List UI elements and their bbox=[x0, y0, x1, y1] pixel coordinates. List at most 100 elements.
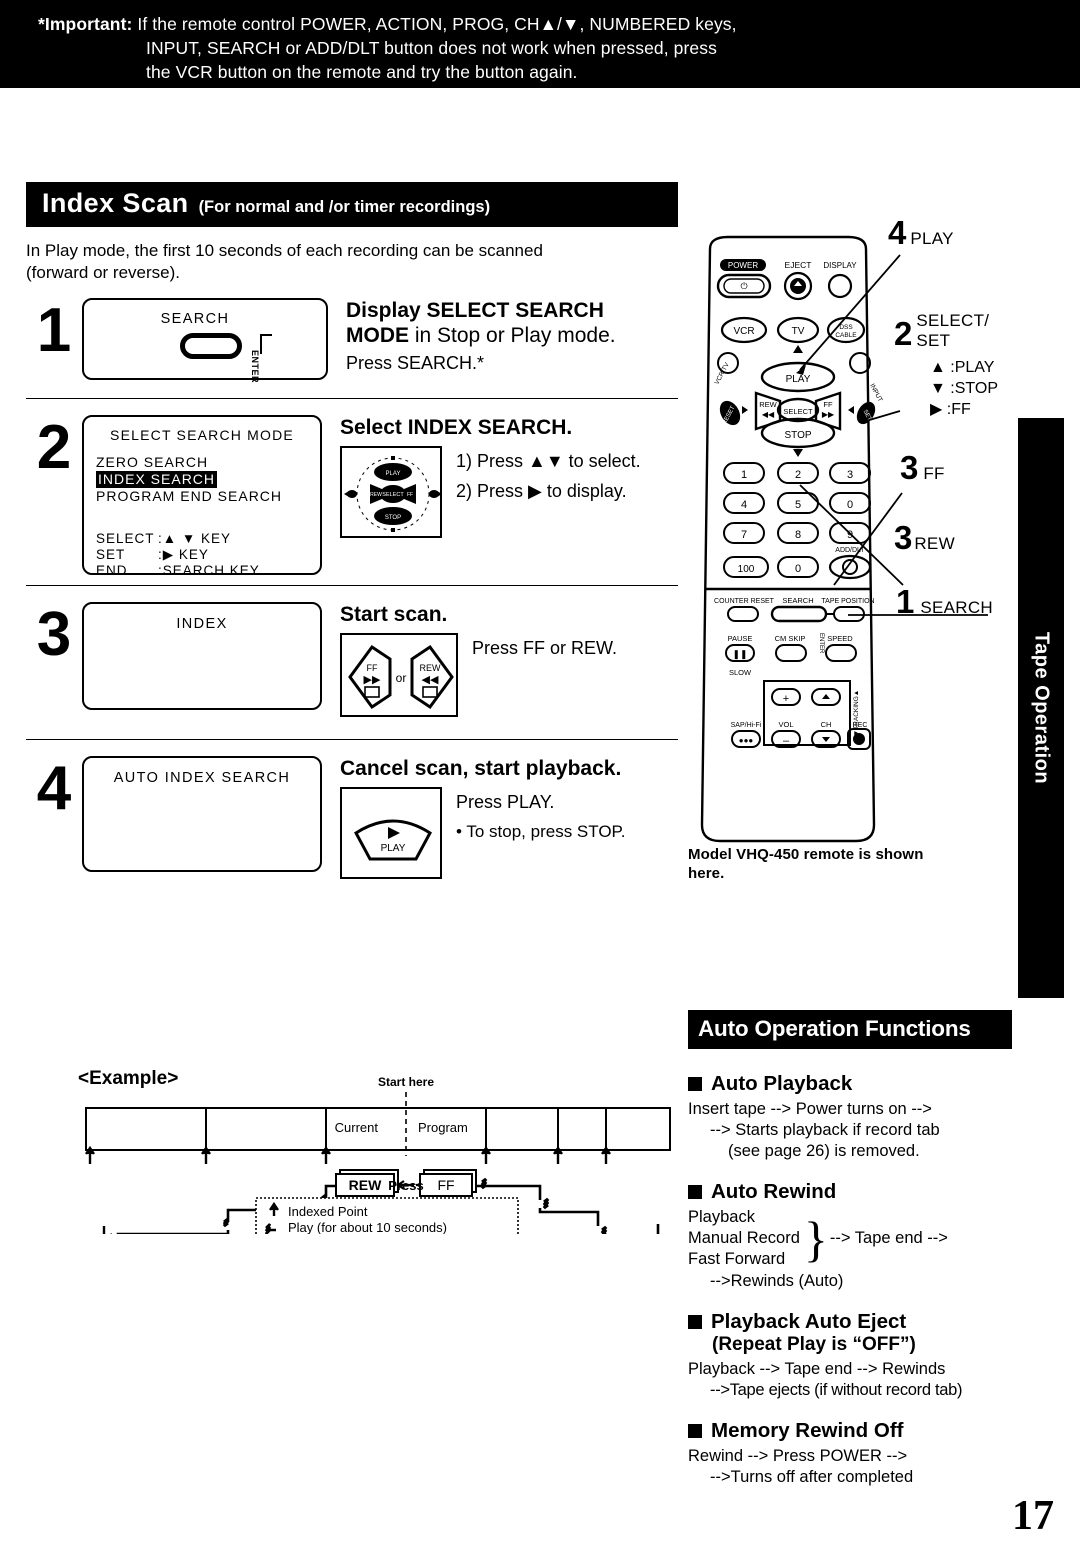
section-intro: In Play mode, the first 10 seconds of ea… bbox=[26, 240, 678, 284]
step-3-number: 3 bbox=[36, 600, 72, 669]
step-4-number: 4 bbox=[36, 754, 72, 823]
important-label: *Important: bbox=[38, 14, 133, 34]
osd-menu-item: ZERO SEARCH bbox=[96, 454, 209, 470]
memory-rewind-off-heading: Memory Rewind Off bbox=[688, 1419, 1028, 1443]
example-diagram: <Example> Start here Current Program REW… bbox=[78, 1068, 678, 1248]
playback-auto-eject-heading: Playback Auto Eject bbox=[688, 1310, 1028, 1334]
callout-3-rew-number: 3 bbox=[894, 519, 913, 556]
model-note-line-1: Model VHQ-450 remote is shown bbox=[688, 846, 924, 863]
callout-3-rew-label: REW bbox=[914, 534, 955, 553]
legend-text-2: Play (for about 10 seconds) bbox=[288, 1220, 447, 1234]
index-scan-section: Index Scan (For normal and /or timer rec… bbox=[26, 182, 678, 879]
step-2-osd-screen: SELECT SEARCH MODE ZERO SEARCH INDEX SEA… bbox=[82, 415, 322, 578]
step-2-number: 2 bbox=[36, 413, 72, 482]
section-subtitle: (For normal and /or timer recordings) bbox=[198, 198, 491, 216]
ff-rew-svg: FF ▶▶ or REW ◀◀ bbox=[348, 644, 454, 710]
search-button-label: SEARCH bbox=[160, 311, 230, 327]
auto-rewind-heading: Auto Rewind bbox=[688, 1180, 1028, 1204]
playback-auto-eject-sub: (Repeat Play is “OFF”) bbox=[712, 1334, 916, 1355]
enter-label: ENTER bbox=[250, 350, 260, 384]
enter-leader-line bbox=[260, 334, 272, 354]
bullet-square-icon bbox=[688, 1315, 702, 1329]
tape-operation-tab: Tape Operation bbox=[1018, 418, 1064, 998]
step-4-osd-screen: AUTO INDEX SEARCH bbox=[82, 756, 322, 872]
step-4: 4 AUTO INDEX SEARCH Cancel scan, start p… bbox=[26, 756, 678, 879]
callout-1-number: 1 bbox=[896, 583, 915, 620]
legend-text-1: Indexed Point bbox=[288, 1204, 368, 1219]
svg-text:REW: REW bbox=[420, 663, 442, 673]
playback-auto-eject-line-1: Playback --> Tape end --> Rewinds bbox=[688, 1360, 946, 1378]
cursor-pad-illustration: PLAY STOP SELECT REW FF bbox=[340, 446, 442, 538]
callout-4-label: PLAY bbox=[910, 229, 954, 248]
step-2-instructions: 1) Press ▲▼ to select. 2) Press ▶ to dis… bbox=[456, 446, 641, 506]
memory-rewind-off-line-2: -->Turns off after completed bbox=[710, 1468, 914, 1486]
divider-1 bbox=[26, 398, 678, 399]
callout-2-label-1: SELECT/ bbox=[916, 311, 990, 330]
step-4-note: • To stop, press STOP. bbox=[456, 822, 626, 841]
step-1-head-line-2-rest: in Stop or Play mode. bbox=[409, 324, 616, 347]
auto-playback-line-3: (see page 26) is removed. bbox=[728, 1142, 920, 1160]
step-3-text: Start scan. FF ▶▶ or REW ◀◀ Press FF or … bbox=[322, 602, 678, 717]
bullet-square-icon bbox=[688, 1077, 702, 1091]
important-line-2: INPUT, SEARCH or ADD/DLT button does not… bbox=[146, 38, 717, 58]
callout-3-ff-number: 3 bbox=[900, 449, 919, 486]
auto-playback-text: Insert tape --> Power turns on --> --> S… bbox=[688, 1099, 1028, 1162]
step-1-number: 1 bbox=[36, 296, 72, 365]
osd-menu-item: PROGRAM END SEARCH bbox=[96, 488, 283, 504]
auto-rewind-item-1: Playback bbox=[688, 1208, 755, 1226]
step-4-right-text: Press PLAY. • To stop, press STOP. bbox=[456, 787, 625, 847]
playback-auto-eject-text: Playback --> Tape end --> Rewinds -->Tap… bbox=[688, 1359, 1028, 1401]
auto-rewind-head-text: Auto Rewind bbox=[711, 1180, 837, 1203]
auto-rewind-result-2: -->Rewinds (Auto) bbox=[710, 1272, 844, 1290]
auto-playback-heading: Auto Playback bbox=[688, 1072, 1028, 1096]
step-2: 2 SELECT SEARCH MODE ZERO SEARCH INDEX S… bbox=[26, 413, 678, 578]
auto-rewind-item-2: Manual Record bbox=[688, 1229, 800, 1247]
callout-1-search: 1 SEARCH bbox=[896, 583, 993, 620]
osd-key-name: SELECT bbox=[96, 531, 155, 546]
step-2-head: Select INDEX SEARCH. bbox=[340, 416, 573, 439]
cursor-pad-svg: PLAY STOP SELECT REW FF bbox=[344, 456, 442, 532]
ff-rew-button-illustration: FF ▶▶ or REW ◀◀ bbox=[340, 633, 458, 717]
osd-index-label: INDEX bbox=[176, 616, 228, 632]
osd-key-name: END bbox=[96, 563, 128, 578]
start-here-label: Start here bbox=[378, 1075, 434, 1089]
example-diagram-svg: Start here Current Program REW FF Press … bbox=[85, 1075, 671, 1234]
step-3: 3 INDEX Start scan. FF ▶▶ or REW ◀◀ Pres… bbox=[26, 602, 678, 717]
osd-auto-index-label: AUTO INDEX SEARCH bbox=[113, 770, 291, 786]
step-2-instruction-2: 2) Press ▶ to display. bbox=[456, 481, 627, 501]
svg-text:REW: REW bbox=[370, 492, 382, 498]
auto-rewind-item-3: Fast Forward bbox=[688, 1250, 786, 1268]
auto-rewind-result: --> Tape end --> bbox=[829, 1229, 948, 1247]
svg-text:FF: FF bbox=[407, 492, 413, 498]
callout-3-ff-label: FF bbox=[923, 464, 945, 483]
osd-menu-item-selected: INDEX SEARCH bbox=[96, 471, 218, 488]
divider-2 bbox=[26, 585, 678, 586]
memory-rewind-off-line-1: Rewind --> Press POWER --> bbox=[688, 1447, 908, 1465]
step-3-osd-screen: INDEX bbox=[82, 602, 322, 710]
auto-operation-title-bar: Auto Operation Functions bbox=[688, 1010, 1012, 1049]
bullet-square-icon bbox=[688, 1185, 702, 1199]
step-4-sub: Press PLAY. bbox=[456, 792, 555, 812]
model-note-line-2: here. bbox=[688, 865, 725, 882]
svg-text:STOP: STOP bbox=[385, 515, 401, 521]
osd-key-value: :▶ KEY bbox=[158, 547, 209, 562]
important-line-3: the VCR button on the remote and try the… bbox=[146, 62, 578, 82]
osd-key-guide: SELECT:▲ ▼ KEY SET:▶ KEY END:SEARCH KEY bbox=[84, 531, 320, 579]
memory-rewind-off-text: Rewind --> Press POWER --> -->Turns off … bbox=[688, 1446, 1028, 1488]
callout-2-number: 2 bbox=[894, 315, 913, 352]
step-1-head-line-1: Display SELECT SEARCH bbox=[346, 299, 604, 322]
section-title-bar: Index Scan (For normal and /or timer rec… bbox=[26, 182, 678, 227]
callout-2-line-2: ▼ :STOP bbox=[930, 380, 998, 397]
page-number: 17 bbox=[1012, 1493, 1054, 1539]
intro-line-2: (forward or reverse). bbox=[26, 263, 180, 282]
svg-text:SELECT: SELECT bbox=[382, 492, 404, 498]
manual-page: *Important: If the remote control POWER,… bbox=[0, 0, 1080, 1561]
auto-playback-head-text: Auto Playback bbox=[711, 1072, 853, 1095]
or-label: or bbox=[396, 671, 407, 685]
callout-2-label-2: SET bbox=[916, 331, 951, 350]
bullet-square-icon bbox=[688, 1424, 702, 1438]
svg-text:◀◀: ◀◀ bbox=[422, 674, 439, 686]
auto-operation-body: Auto Playback Insert tape --> Power turn… bbox=[688, 1058, 1028, 1488]
step-1-text: Display SELECT SEARCH MODE in Stop or Pl… bbox=[328, 298, 678, 380]
osd-title: SELECT SEARCH MODE bbox=[110, 427, 294, 443]
